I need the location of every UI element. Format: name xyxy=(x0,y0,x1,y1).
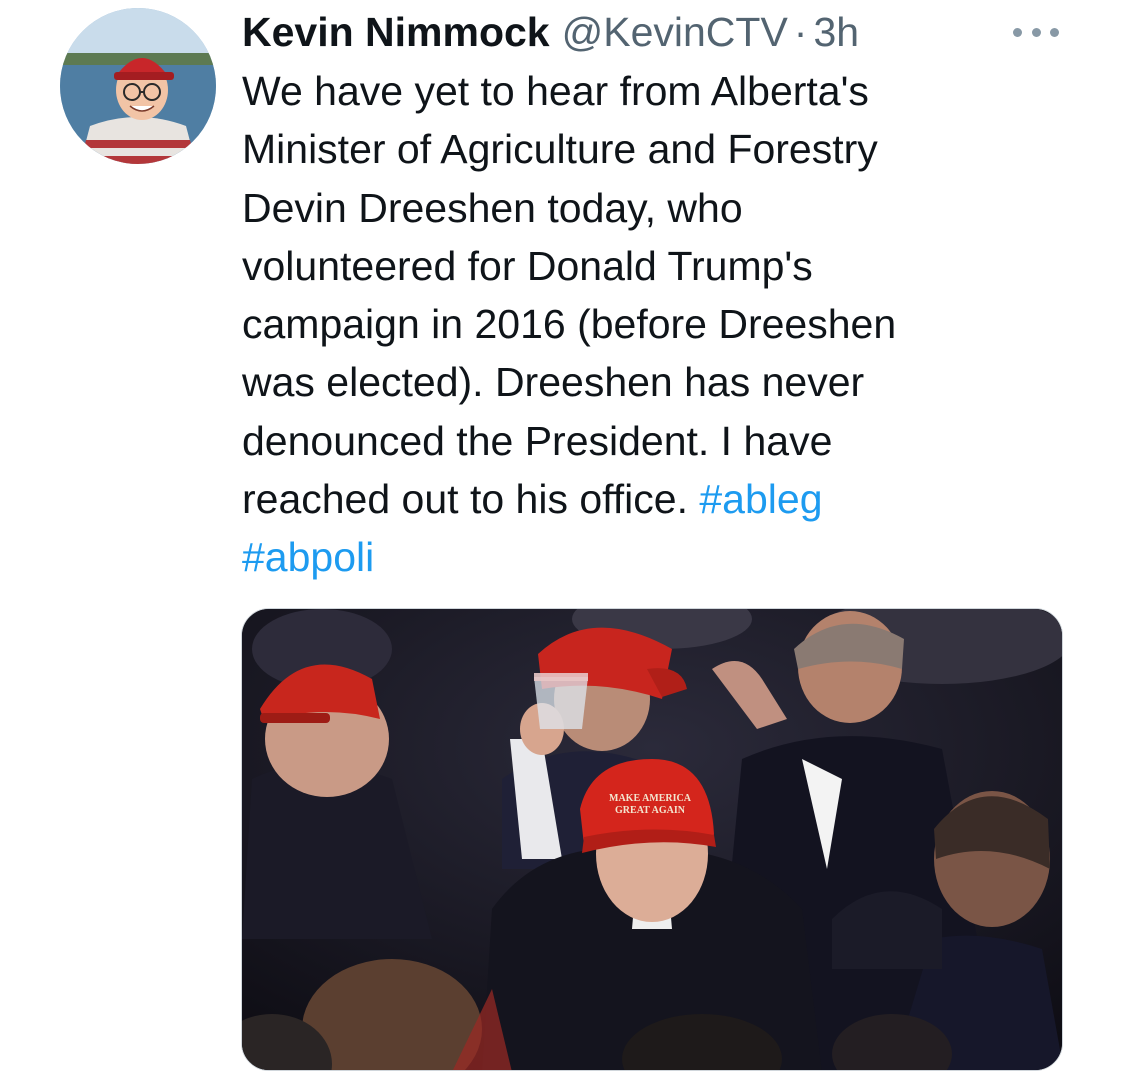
tweet-text-line: Devin Dreeshen today, who xyxy=(242,184,743,231)
tweet-text-line: #abpoli xyxy=(242,528,1062,586)
separator-dot: · xyxy=(793,9,808,55)
tweet-text-line: volunteered for Donald Trump's xyxy=(242,242,813,289)
hat-text-line1: MAKE AMERICA xyxy=(609,793,692,804)
hat-text-line2: GREAT AGAIN xyxy=(615,805,686,816)
tweet-text-line: campaign in 2016 (before Dreeshen xyxy=(242,301,897,348)
author-display-name[interactable]: Kevin Nimmock xyxy=(242,4,550,60)
tweet-text: We have yet to hear from Alberta's Minis… xyxy=(242,62,1062,587)
tweet[interactable]: Kevin Nimmock @KevinCTV · 3h We have yet… xyxy=(0,0,1125,1085)
tweet-text-line: reached out to his office. #ableg xyxy=(242,470,1062,528)
tweet-photo[interactable]: MAKE AMERICA GREAT AGAIN xyxy=(241,608,1063,1071)
more-dot xyxy=(1050,27,1059,37)
hashtag-link[interactable]: #abpoli xyxy=(242,534,374,580)
tweet-text-line: denounced the President. I have xyxy=(242,417,833,464)
tweet-timestamp[interactable]: 3h xyxy=(813,4,859,60)
more-horizontal-icon[interactable] xyxy=(1013,24,1059,40)
hashtag-link[interactable]: #ableg xyxy=(699,476,822,522)
tweet-header: Kevin Nimmock @KevinCTV · 3h xyxy=(242,4,859,60)
tweet-text-line: was elected). Dreeshen has never xyxy=(242,359,865,406)
tweet-text-segment: reached out to his office. xyxy=(242,476,700,523)
more-dot xyxy=(1013,27,1022,37)
tweet-text-line: We have yet to hear from Alberta's xyxy=(242,68,869,114)
author-handle[interactable]: @KevinCTV xyxy=(562,4,788,60)
author-avatar[interactable] xyxy=(60,8,216,164)
more-dot xyxy=(1031,27,1041,37)
tweet-text-line: Minister of Agriculture and Forestry xyxy=(242,126,878,173)
